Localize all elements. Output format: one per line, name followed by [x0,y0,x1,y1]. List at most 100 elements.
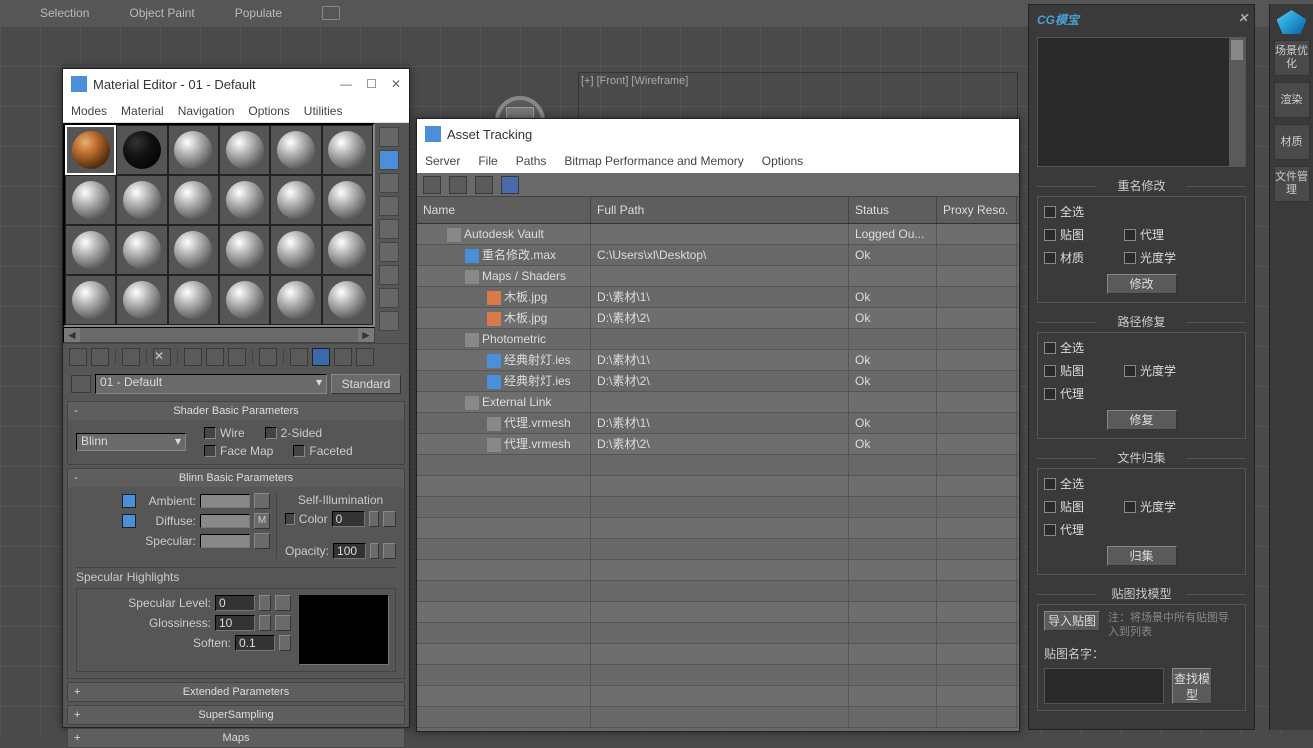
backlight-icon[interactable] [379,150,399,170]
menu-bitmap[interactable]: Bitmap Performance and Memory [564,154,743,168]
material-type-button[interactable]: Standard [331,374,401,394]
refresh-icon[interactable] [423,176,441,194]
material-id-icon[interactable] [259,348,277,366]
sample-slot[interactable] [322,275,373,325]
opacity-spinner[interactable]: 100 [333,543,366,559]
diffuse-swatch[interactable] [200,514,250,528]
sample-scrollbar[interactable]: ◄ ► [63,327,375,343]
spinner-buttons[interactable] [369,511,379,527]
pick-material-icon[interactable] [71,375,91,393]
table-row[interactable]: 木板.jpgD:\素材\2\Ok [417,308,1019,329]
diffuse-map-button[interactable]: M [254,513,270,529]
table-row[interactable]: 重名修改.maxC:\Users\xl\Desktop\Ok [417,245,1019,266]
menu-options[interactable]: Options [762,154,803,168]
spinner-buttons[interactable] [259,595,271,611]
material-editor-titlebar[interactable]: Material Editor - 01 - Default — ☐ ✕ [63,69,409,99]
spec-level-map-button[interactable] [275,595,291,611]
sample-slot[interactable] [219,275,270,325]
reset-icon[interactable]: ✕ [153,348,171,366]
ambient-map-button[interactable] [254,493,270,509]
menu-selection[interactable]: Selection [40,6,89,20]
sample-slot[interactable] [116,225,167,275]
faceted-checkbox[interactable] [293,445,305,457]
sample-slot[interactable] [168,175,219,225]
table-row[interactable]: 代理.vrmeshD:\素材\1\Ok [417,413,1019,434]
extended-params-rollout[interactable]: Extended Parameters [67,682,405,702]
sample-slot[interactable] [116,175,167,225]
selfillum-map-button[interactable] [383,511,396,527]
rollout-header[interactable]: Blinn Basic Parameters [68,469,404,487]
twosided-checkbox[interactable] [265,427,277,439]
menu-populate[interactable]: Populate [235,6,282,20]
table-row[interactable]: Photometric [417,329,1019,350]
glossiness-spinner[interactable]: 10 [215,615,255,631]
wire-checkbox[interactable] [204,427,216,439]
table-row[interactable]: 经典射灯.iesD:\素材\1\Ok [417,350,1019,371]
video-check-icon[interactable] [379,219,399,239]
scene-optimize-button[interactable]: 场景优化 [1274,40,1310,76]
select-all-checkbox[interactable] [1044,206,1056,218]
table-row[interactable]: Maps / Shaders [417,266,1019,287]
table-row[interactable]: External Link [417,392,1019,413]
sample-slot[interactable] [116,275,167,325]
rollout-header[interactable]: Maps [68,729,404,747]
glossiness-map-button[interactable] [275,615,291,631]
background-icon[interactable] [379,173,399,193]
sample-slot[interactable] [168,275,219,325]
table-view-icon[interactable] [501,176,519,194]
specular-swatch[interactable] [200,534,250,548]
spinner-buttons[interactable] [259,615,271,631]
color-checkbox[interactable] [285,513,295,525]
sample-slot[interactable] [65,225,116,275]
sample-slot-6[interactable] [322,125,373,175]
show-map-icon[interactable] [290,348,308,366]
menu-utilities[interactable]: Utilities [304,104,343,118]
collect-button[interactable]: 归集 [1107,546,1177,566]
color-spinner[interactable]: 0 [332,511,365,527]
photometric-checkbox[interactable] [1124,252,1136,264]
sample-slot-1[interactable] [65,125,116,175]
put-to-library-icon[interactable] [228,348,246,366]
rollout-header[interactable]: Extended Parameters [68,683,404,701]
modify-button[interactable]: 修改 [1107,274,1177,294]
file-manage-button[interactable]: 文件管理 [1274,166,1310,202]
sample-slot[interactable] [65,275,116,325]
make-unique-icon[interactable] [206,348,224,366]
material-map-nav-icon[interactable] [379,311,399,331]
show-end-result-icon[interactable] [312,348,330,366]
select-all-checkbox[interactable] [1044,342,1056,354]
material-button[interactable]: 材质 [1274,124,1310,160]
sample-slot[interactable] [270,275,321,325]
select-by-material-icon[interactable] [379,288,399,308]
maps-rollout[interactable]: Maps [67,728,405,748]
menu-options[interactable]: Options [248,104,289,118]
sample-slot[interactable] [168,225,219,275]
find-model-button[interactable]: 查找模型 [1172,668,1212,704]
sample-type-icon[interactable] [379,127,399,147]
sample-slot[interactable] [270,225,321,275]
table-row[interactable]: Autodesk VaultLogged Ou... [417,224,1019,245]
preview-scrollbar[interactable] [1229,38,1245,166]
spinner-buttons[interactable] [279,635,291,651]
header-path[interactable]: Full Path [591,197,849,223]
sample-slot[interactable] [219,225,270,275]
minimize-button[interactable]: — [340,77,352,91]
material-checkbox[interactable] [1044,252,1056,264]
soften-spinner[interactable]: 0.1 [235,635,275,651]
tree-icon[interactable] [475,176,493,194]
menu-material[interactable]: Material [121,104,164,118]
sample-slot[interactable] [322,225,373,275]
ambient-swatch[interactable] [200,494,250,508]
spec-level-spinner[interactable]: 0 [215,595,255,611]
proxy-checkbox[interactable] [1124,229,1136,241]
select-all-checkbox[interactable] [1044,478,1056,490]
supersampling-rollout[interactable]: SuperSampling [67,705,405,725]
sample-slot[interactable] [219,175,270,225]
texture-checkbox[interactable] [1044,501,1056,513]
asset-titlebar[interactable]: Asset Tracking [417,119,1019,149]
assign-icon[interactable] [122,348,140,366]
photometric-checkbox[interactable] [1124,501,1136,513]
repair-button[interactable]: 修复 [1107,410,1177,430]
texture-name-input[interactable] [1044,668,1164,704]
rollout-header[interactable]: Shader Basic Parameters [68,402,404,420]
